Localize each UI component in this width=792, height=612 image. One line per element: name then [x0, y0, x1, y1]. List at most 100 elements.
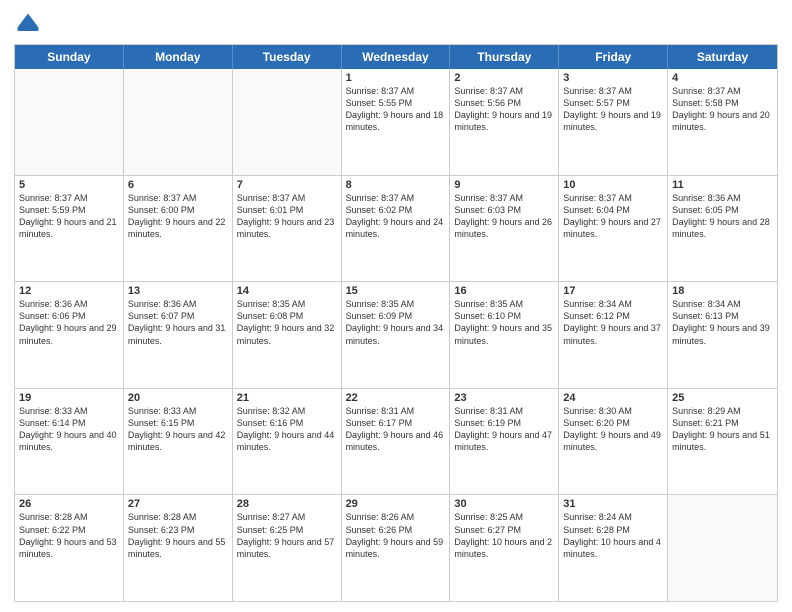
day-number: 11: [672, 179, 773, 191]
week-row-2: 5Sunrise: 8:37 AMSunset: 5:59 PMDaylight…: [15, 176, 777, 283]
day-info: Sunrise: 8:30 AMSunset: 6:20 PMDaylight:…: [563, 405, 663, 454]
empty-cell: [124, 69, 233, 175]
day-number: 23: [454, 392, 554, 404]
day-info: Sunrise: 8:24 AMSunset: 6:28 PMDaylight:…: [563, 511, 663, 560]
week-row-1: 1Sunrise: 8:37 AMSunset: 5:55 PMDaylight…: [15, 69, 777, 176]
day-cell-2: 2Sunrise: 8:37 AMSunset: 5:56 PMDaylight…: [450, 69, 559, 175]
day-number: 12: [19, 285, 119, 297]
day-cell-15: 15Sunrise: 8:35 AMSunset: 6:09 PMDayligh…: [342, 282, 451, 388]
day-info: Sunrise: 8:37 AMSunset: 5:58 PMDaylight:…: [672, 85, 773, 134]
day-cell-4: 4Sunrise: 8:37 AMSunset: 5:58 PMDaylight…: [668, 69, 777, 175]
header: [14, 10, 778, 38]
day-number: 29: [346, 498, 446, 510]
day-info: Sunrise: 8:36 AMSunset: 6:06 PMDaylight:…: [19, 298, 119, 347]
day-info: Sunrise: 8:33 AMSunset: 6:15 PMDaylight:…: [128, 405, 228, 454]
day-info: Sunrise: 8:34 AMSunset: 6:13 PMDaylight:…: [672, 298, 773, 347]
day-header-friday: Friday: [559, 45, 668, 69]
day-cell-12: 12Sunrise: 8:36 AMSunset: 6:06 PMDayligh…: [15, 282, 124, 388]
day-info: Sunrise: 8:31 AMSunset: 6:17 PMDaylight:…: [346, 405, 446, 454]
day-header-tuesday: Tuesday: [233, 45, 342, 69]
day-header-saturday: Saturday: [668, 45, 777, 69]
day-cell-8: 8Sunrise: 8:37 AMSunset: 6:02 PMDaylight…: [342, 176, 451, 282]
day-number: 16: [454, 285, 554, 297]
empty-cell: [233, 69, 342, 175]
day-cell-29: 29Sunrise: 8:26 AMSunset: 6:26 PMDayligh…: [342, 495, 451, 601]
day-number: 10: [563, 179, 663, 191]
day-info: Sunrise: 8:34 AMSunset: 6:12 PMDaylight:…: [563, 298, 663, 347]
day-cell-24: 24Sunrise: 8:30 AMSunset: 6:20 PMDayligh…: [559, 389, 668, 495]
day-number: 13: [128, 285, 228, 297]
day-info: Sunrise: 8:37 AMSunset: 5:56 PMDaylight:…: [454, 85, 554, 134]
day-cell-28: 28Sunrise: 8:27 AMSunset: 6:25 PMDayligh…: [233, 495, 342, 601]
day-cell-3: 3Sunrise: 8:37 AMSunset: 5:57 PMDaylight…: [559, 69, 668, 175]
empty-cell: [15, 69, 124, 175]
logo: [14, 10, 46, 38]
day-number: 17: [563, 285, 663, 297]
day-info: Sunrise: 8:27 AMSunset: 6:25 PMDaylight:…: [237, 511, 337, 560]
day-info: Sunrise: 8:35 AMSunset: 6:10 PMDaylight:…: [454, 298, 554, 347]
day-info: Sunrise: 8:33 AMSunset: 6:14 PMDaylight:…: [19, 405, 119, 454]
day-cell-17: 17Sunrise: 8:34 AMSunset: 6:12 PMDayligh…: [559, 282, 668, 388]
day-cell-10: 10Sunrise: 8:37 AMSunset: 6:04 PMDayligh…: [559, 176, 668, 282]
day-header-sunday: Sunday: [15, 45, 124, 69]
day-cell-20: 20Sunrise: 8:33 AMSunset: 6:15 PMDayligh…: [124, 389, 233, 495]
day-number: 1: [346, 72, 446, 84]
day-info: Sunrise: 8:37 AMSunset: 5:55 PMDaylight:…: [346, 85, 446, 134]
empty-cell: [668, 495, 777, 601]
day-cell-27: 27Sunrise: 8:28 AMSunset: 6:23 PMDayligh…: [124, 495, 233, 601]
day-info: Sunrise: 8:37 AMSunset: 6:04 PMDaylight:…: [563, 192, 663, 241]
day-cell-26: 26Sunrise: 8:28 AMSunset: 6:22 PMDayligh…: [15, 495, 124, 601]
day-cell-14: 14Sunrise: 8:35 AMSunset: 6:08 PMDayligh…: [233, 282, 342, 388]
day-header-wednesday: Wednesday: [342, 45, 451, 69]
week-row-3: 12Sunrise: 8:36 AMSunset: 6:06 PMDayligh…: [15, 282, 777, 389]
day-number: 6: [128, 179, 228, 191]
day-number: 15: [346, 285, 446, 297]
day-cell-19: 19Sunrise: 8:33 AMSunset: 6:14 PMDayligh…: [15, 389, 124, 495]
day-cell-6: 6Sunrise: 8:37 AMSunset: 6:00 PMDaylight…: [124, 176, 233, 282]
day-number: 7: [237, 179, 337, 191]
day-number: 27: [128, 498, 228, 510]
day-number: 5: [19, 179, 119, 191]
day-header-monday: Monday: [124, 45, 233, 69]
logo-icon: [14, 10, 42, 38]
day-number: 22: [346, 392, 446, 404]
page: SundayMondayTuesdayWednesdayThursdayFrid…: [0, 0, 792, 612]
day-cell-21: 21Sunrise: 8:32 AMSunset: 6:16 PMDayligh…: [233, 389, 342, 495]
day-info: Sunrise: 8:35 AMSunset: 6:09 PMDaylight:…: [346, 298, 446, 347]
day-info: Sunrise: 8:37 AMSunset: 6:02 PMDaylight:…: [346, 192, 446, 241]
day-number: 24: [563, 392, 663, 404]
day-cell-11: 11Sunrise: 8:36 AMSunset: 6:05 PMDayligh…: [668, 176, 777, 282]
day-cell-30: 30Sunrise: 8:25 AMSunset: 6:27 PMDayligh…: [450, 495, 559, 601]
day-info: Sunrise: 8:37 AMSunset: 6:00 PMDaylight:…: [128, 192, 228, 241]
day-info: Sunrise: 8:37 AMSunset: 5:59 PMDaylight:…: [19, 192, 119, 241]
day-number: 19: [19, 392, 119, 404]
day-info: Sunrise: 8:28 AMSunset: 6:23 PMDaylight:…: [128, 511, 228, 560]
day-number: 4: [672, 72, 773, 84]
day-number: 8: [346, 179, 446, 191]
day-info: Sunrise: 8:28 AMSunset: 6:22 PMDaylight:…: [19, 511, 119, 560]
calendar-body: 1Sunrise: 8:37 AMSunset: 5:55 PMDaylight…: [15, 69, 777, 601]
day-info: Sunrise: 8:26 AMSunset: 6:26 PMDaylight:…: [346, 511, 446, 560]
day-number: 9: [454, 179, 554, 191]
day-cell-31: 31Sunrise: 8:24 AMSunset: 6:28 PMDayligh…: [559, 495, 668, 601]
day-info: Sunrise: 8:37 AMSunset: 5:57 PMDaylight:…: [563, 85, 663, 134]
day-info: Sunrise: 8:32 AMSunset: 6:16 PMDaylight:…: [237, 405, 337, 454]
day-info: Sunrise: 8:29 AMSunset: 6:21 PMDaylight:…: [672, 405, 773, 454]
day-number: 30: [454, 498, 554, 510]
day-info: Sunrise: 8:35 AMSunset: 6:08 PMDaylight:…: [237, 298, 337, 347]
day-number: 2: [454, 72, 554, 84]
day-info: Sunrise: 8:31 AMSunset: 6:19 PMDaylight:…: [454, 405, 554, 454]
day-number: 26: [19, 498, 119, 510]
day-number: 25: [672, 392, 773, 404]
day-info: Sunrise: 8:36 AMSunset: 6:07 PMDaylight:…: [128, 298, 228, 347]
day-cell-25: 25Sunrise: 8:29 AMSunset: 6:21 PMDayligh…: [668, 389, 777, 495]
day-cell-9: 9Sunrise: 8:37 AMSunset: 6:03 PMDaylight…: [450, 176, 559, 282]
day-number: 20: [128, 392, 228, 404]
calendar: SundayMondayTuesdayWednesdayThursdayFrid…: [14, 44, 778, 602]
day-number: 18: [672, 285, 773, 297]
day-cell-13: 13Sunrise: 8:36 AMSunset: 6:07 PMDayligh…: [124, 282, 233, 388]
week-row-5: 26Sunrise: 8:28 AMSunset: 6:22 PMDayligh…: [15, 495, 777, 601]
day-cell-5: 5Sunrise: 8:37 AMSunset: 5:59 PMDaylight…: [15, 176, 124, 282]
day-header-thursday: Thursday: [450, 45, 559, 69]
day-info: Sunrise: 8:25 AMSunset: 6:27 PMDaylight:…: [454, 511, 554, 560]
